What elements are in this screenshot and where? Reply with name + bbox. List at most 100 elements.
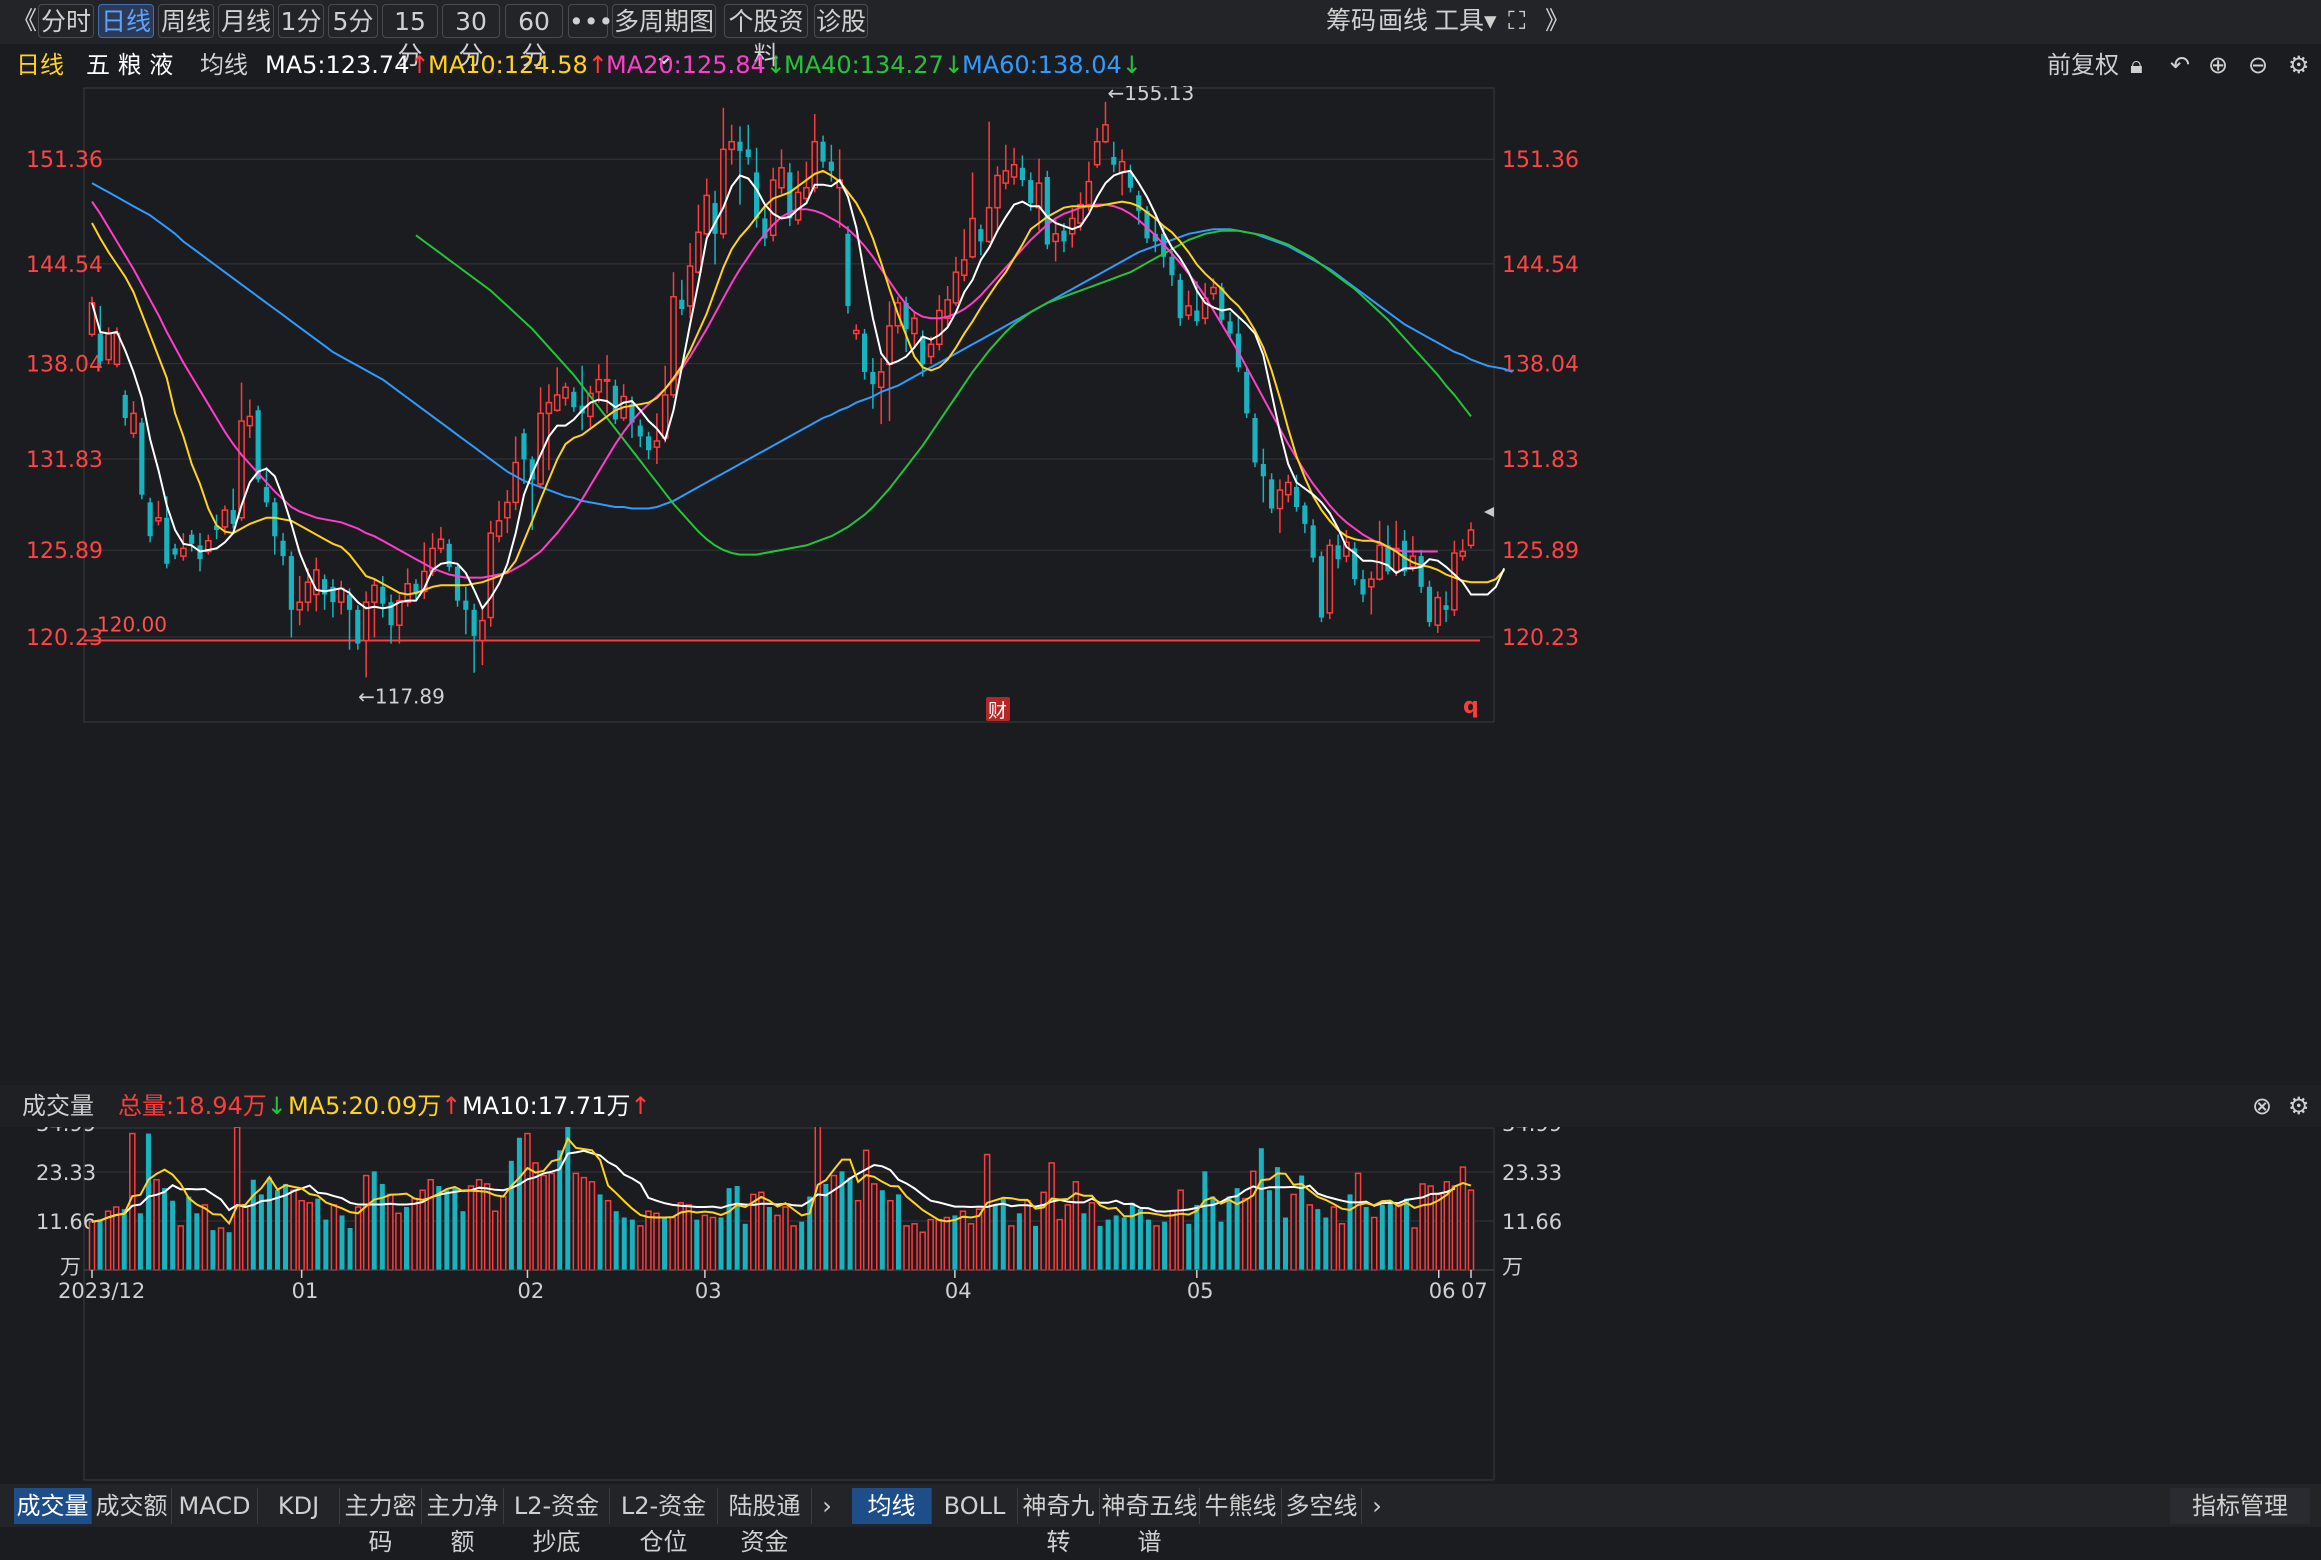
- candle-body[interactable]: [1052, 233, 1059, 243]
- volume-bar[interactable]: [1129, 1202, 1135, 1270]
- candle-body[interactable]: [969, 217, 976, 258]
- candle-body[interactable]: [1459, 550, 1467, 557]
- chip-button[interactable]: 筹码: [1326, 4, 1376, 38]
- candle-body[interactable]: [1244, 371, 1250, 414]
- volume-bar[interactable]: [467, 1185, 475, 1271]
- period-tab[interactable]: 周线: [158, 4, 214, 38]
- volume-bar[interactable]: [1330, 1206, 1338, 1271]
- volume-bar[interactable]: [194, 1213, 200, 1270]
- volume-bar[interactable]: [943, 1216, 951, 1271]
- settings-icon[interactable]: ⚙: [2288, 44, 2310, 86]
- volume-bar[interactable]: [653, 1212, 660, 1271]
- volume-bar[interactable]: [1121, 1217, 1127, 1270]
- indicator-tab[interactable]: MACD: [172, 1488, 258, 1524]
- volume-bar[interactable]: [580, 1176, 588, 1271]
- candle-body[interactable]: [1177, 279, 1183, 319]
- candle-body[interactable]: [861, 333, 868, 372]
- candle-body[interactable]: [288, 556, 294, 610]
- volume-bar[interactable]: [709, 1216, 717, 1271]
- forward-icon[interactable]: 》: [1545, 4, 1570, 38]
- candle-body[interactable]: [1367, 578, 1375, 588]
- zoom-in-icon[interactable]: ⊕: [2208, 44, 2228, 86]
- volume-bar[interactable]: [565, 1127, 571, 1270]
- candle-body[interactable]: [612, 385, 618, 420]
- candle-body[interactable]: [1044, 176, 1050, 245]
- indicator-tab[interactable]: 成交额: [92, 1488, 172, 1524]
- volume-bar[interactable]: [347, 1228, 353, 1270]
- volume-bar[interactable]: [669, 1216, 676, 1271]
- candle-body[interactable]: [180, 547, 187, 557]
- candle-body[interactable]: [886, 325, 893, 366]
- volume-bar[interactable]: [613, 1211, 619, 1270]
- candle-body[interactable]: [1010, 163, 1018, 178]
- candle-body[interactable]: [1169, 256, 1175, 276]
- candle-body[interactable]: [504, 501, 511, 519]
- volume-bar[interactable]: [306, 1202, 313, 1271]
- period-tab[interactable]: 1分: [278, 4, 324, 38]
- volume-bar[interactable]: [701, 1214, 709, 1271]
- volume-bar[interactable]: [621, 1217, 627, 1270]
- candle-body[interactable]: [828, 161, 834, 171]
- volume-bar[interactable]: [1435, 1193, 1442, 1271]
- volume-bar[interactable]: [911, 1223, 918, 1271]
- volume-bar[interactable]: [483, 1183, 491, 1271]
- candle-body[interactable]: [371, 584, 378, 603]
- adjust-select[interactable]: 前复权: [2047, 44, 2119, 86]
- overlay-tab[interactable]: BOLL: [932, 1488, 1018, 1524]
- volume-bar[interactable]: [1467, 1189, 1475, 1271]
- candle-body[interactable]: [1227, 321, 1233, 334]
- candle-body[interactable]: [280, 540, 286, 557]
- indicator-manage-button[interactable]: 指标管理: [2170, 1488, 2310, 1524]
- volume-bar[interactable]: [1234, 1188, 1240, 1270]
- volume-bar[interactable]: [766, 1207, 772, 1270]
- volume-bar[interactable]: [427, 1178, 434, 1271]
- next-arrow-icon[interactable]: ›: [812, 1488, 842, 1524]
- volume-bar[interactable]: [1064, 1204, 1072, 1271]
- candle-body[interactable]: [246, 415, 254, 427]
- volume-bar[interactable]: [1363, 1207, 1369, 1270]
- candle-body[interactable]: [927, 343, 935, 358]
- volume-bar[interactable]: [1081, 1213, 1087, 1270]
- volume-bar[interactable]: [662, 1217, 668, 1270]
- undo-icon[interactable]: ↶: [2170, 44, 2190, 86]
- volume-bar[interactable]: [1395, 1204, 1402, 1271]
- candle-body[interactable]: [952, 271, 960, 304]
- candle-body[interactable]: [454, 566, 461, 601]
- volume-bar[interactable]: [879, 1190, 885, 1270]
- volume-bar[interactable]: [790, 1225, 797, 1271]
- volume-bar[interactable]: [814, 1127, 822, 1271]
- candle-body[interactable]: [1276, 489, 1284, 510]
- volume-bar[interactable]: [1210, 1196, 1216, 1270]
- candle-body[interactable]: [355, 609, 361, 644]
- settings-icon[interactable]: ⚙: [2288, 1085, 2310, 1127]
- candle-body[interactable]: [1019, 167, 1025, 181]
- volume-bar[interactable]: [532, 1162, 539, 1271]
- volume-bar[interactable]: [1347, 1194, 1353, 1270]
- candle-body[interactable]: [1085, 180, 1093, 206]
- volume-bar[interactable]: [1105, 1219, 1111, 1270]
- volume-bar[interactable]: [177, 1225, 184, 1271]
- candle-body[interactable]: [553, 394, 561, 412]
- candle-body[interactable]: [479, 619, 486, 642]
- volume-bar[interactable]: [540, 1174, 547, 1271]
- candle-body[interactable]: [1302, 505, 1308, 524]
- volume-bar[interactable]: [1258, 1148, 1264, 1270]
- candle-body[interactable]: [471, 609, 477, 636]
- indicator-tab[interactable]: L2-资金抄底: [504, 1488, 610, 1556]
- volume-bar[interactable]: [983, 1153, 991, 1271]
- candle-body[interactable]: [1210, 286, 1217, 295]
- candle-body[interactable]: [754, 172, 760, 219]
- volume-bar[interactable]: [97, 1219, 103, 1270]
- volume-bar[interactable]: [354, 1206, 362, 1271]
- volume-bar[interactable]: [935, 1218, 943, 1271]
- volume-bar[interactable]: [629, 1219, 635, 1270]
- candle-body[interactable]: [960, 259, 968, 276]
- volume-bar[interactable]: [694, 1219, 700, 1270]
- volume-chart[interactable]: 46.6646.6634.9934.9923.3323.3311.6611.66…: [0, 1127, 2321, 1484]
- volume-bar[interactable]: [1306, 1204, 1313, 1271]
- indicator-tab[interactable]: L2-资金仓位: [610, 1488, 718, 1556]
- volume-bar[interactable]: [774, 1214, 781, 1271]
- fullscreen-icon[interactable]: ⛶: [1508, 4, 1526, 38]
- volume-bar[interactable]: [162, 1188, 168, 1270]
- volume-bar[interactable]: [854, 1199, 862, 1271]
